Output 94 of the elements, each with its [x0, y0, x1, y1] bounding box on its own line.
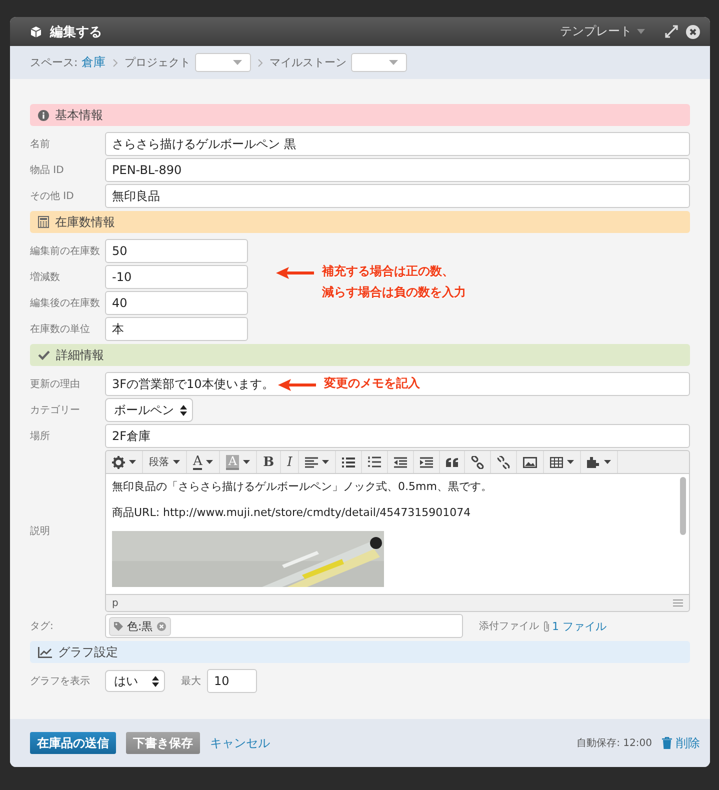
quote-icon [446, 458, 458, 466]
expand-icon[interactable] [665, 25, 678, 38]
field-label: 増減数 [30, 270, 61, 284]
caret-icon [388, 60, 398, 65]
field-label: 説明 [30, 524, 51, 538]
gear-icon [112, 456, 125, 468]
bullet-list-icon [342, 456, 356, 468]
section-title: 詳細情報 [56, 346, 104, 364]
dialog-title: 編集する [50, 24, 102, 40]
line-chart-icon [38, 646, 52, 658]
tag-icon [114, 622, 123, 630]
toolbar-text-button[interactable]: 段落 [143, 451, 187, 473]
info-icon [38, 110, 49, 120]
section-title: 在庫数情報 [55, 214, 115, 230]
numbered-list-icon [368, 456, 382, 468]
milestone-label: マイルストーン [270, 55, 347, 70]
cube-icon [30, 26, 42, 38]
text-field[interactable]: 2F倉庫 [105, 424, 690, 448]
annotation-text: 変更のメモを記入 [324, 375, 420, 392]
submit-button[interactable]: 在庫品の送信 [30, 732, 116, 754]
chevron-icon [258, 58, 263, 66]
chevron-icon [112, 58, 118, 66]
field-label: 編集後の在庫数 [30, 296, 101, 310]
text-field[interactable]: 本 [105, 317, 248, 341]
delete-link[interactable]: 削除 [676, 734, 700, 752]
remove-icon[interactable] [156, 622, 166, 630]
trash-icon [662, 737, 672, 749]
close-icon[interactable] [686, 24, 700, 38]
paperclip-icon [543, 620, 550, 632]
field-label: 物品 ID [30, 164, 65, 177]
text-field[interactable]: PEN-BL-890 [105, 158, 690, 182]
toolbar-bold-button[interactable]: B [257, 451, 282, 473]
image-icon [523, 456, 538, 468]
calculator-icon [38, 216, 49, 228]
caret-icon [567, 460, 574, 464]
space-label: スペース: [30, 55, 78, 70]
cancel-link[interactable]: キャンセル [210, 734, 270, 752]
template-menu[interactable]: テンプレート [560, 23, 645, 40]
editor-paragraph: 商品URL: http://www.muji.net/store/cmdty/detail/4547315901074 [112, 506, 472, 521]
table-icon [550, 456, 564, 468]
attachment-label: 添付ファイル [479, 620, 539, 633]
field-label: その他 ID [30, 190, 75, 203]
field-label: 更新の理由 [30, 378, 81, 391]
link-icon [471, 456, 484, 468]
unlink-icon [497, 456, 510, 468]
resize-handle-icon[interactable] [673, 599, 683, 607]
scrollbar[interactable] [680, 477, 686, 535]
check-icon [38, 350, 50, 360]
section-title: グラフ設定 [58, 644, 118, 660]
toolbar-color-button[interactable]: A [187, 451, 220, 473]
space-link[interactable]: 倉庫 [82, 54, 106, 71]
toolbar-italic-button[interactable]: I [281, 451, 300, 473]
caret-icon [232, 60, 242, 65]
autosave-status: 自動保存: 12:00 [576, 737, 652, 750]
caret-icon [173, 460, 180, 464]
field-label: グラフを表示 [30, 674, 91, 688]
editor-paragraph: 無印良品の「さらさら描けるゲルボールペン」ノック式、0.5mm、黒です。 [112, 480, 493, 494]
arrow-icon [278, 379, 316, 391]
attachment-link[interactable]: 1 ファイル [552, 618, 606, 634]
caret-icon [604, 460, 612, 464]
caret-icon [637, 29, 645, 34]
align-left-icon [305, 456, 318, 468]
annotation-text: 減らす場合は負の数を入力 [322, 284, 466, 301]
text-field[interactable]: さらさら描けるゲルボールペン 黒 [105, 132, 690, 156]
tag-field[interactable]: 色:黒 [105, 614, 463, 638]
select-field[interactable]: ボールペン [105, 398, 193, 422]
text-field[interactable]: 無印良品 [105, 184, 690, 208]
annotation-text: 補充する場合は正の数、 [322, 263, 454, 280]
number-field[interactable]: 10 [207, 669, 257, 693]
element-path: p [112, 598, 118, 608]
puzzle-icon [587, 456, 600, 468]
field-label: 名前 [30, 138, 51, 151]
caret-icon [129, 460, 136, 464]
arrow-icon [276, 267, 314, 279]
caret-icon [206, 460, 214, 464]
select-field[interactable]: はい [105, 670, 165, 692]
caret-icon [243, 460, 250, 464]
field-label: タグ: [30, 620, 54, 633]
tag-chip[interactable]: 色:黒 [109, 616, 171, 636]
text-field[interactable]: 50 [105, 239, 248, 263]
indent-icon [420, 456, 434, 468]
text-field[interactable]: -10 [105, 265, 248, 289]
field-label: 編集前の在庫数 [30, 244, 101, 258]
outdent-icon [394, 456, 408, 468]
field-label: 在庫数の単位 [30, 322, 91, 336]
section-title: 基本情報 [55, 106, 103, 124]
project-label: プロジェクト [124, 55, 191, 70]
field-label: 最大 [181, 674, 201, 688]
field-label: 場所 [30, 430, 51, 443]
updown-icon [180, 404, 187, 416]
text-field[interactable]: 40 [105, 291, 248, 315]
updown-icon [152, 676, 159, 686]
field-label: カテゴリー [30, 404, 81, 417]
caret-icon [322, 460, 330, 464]
